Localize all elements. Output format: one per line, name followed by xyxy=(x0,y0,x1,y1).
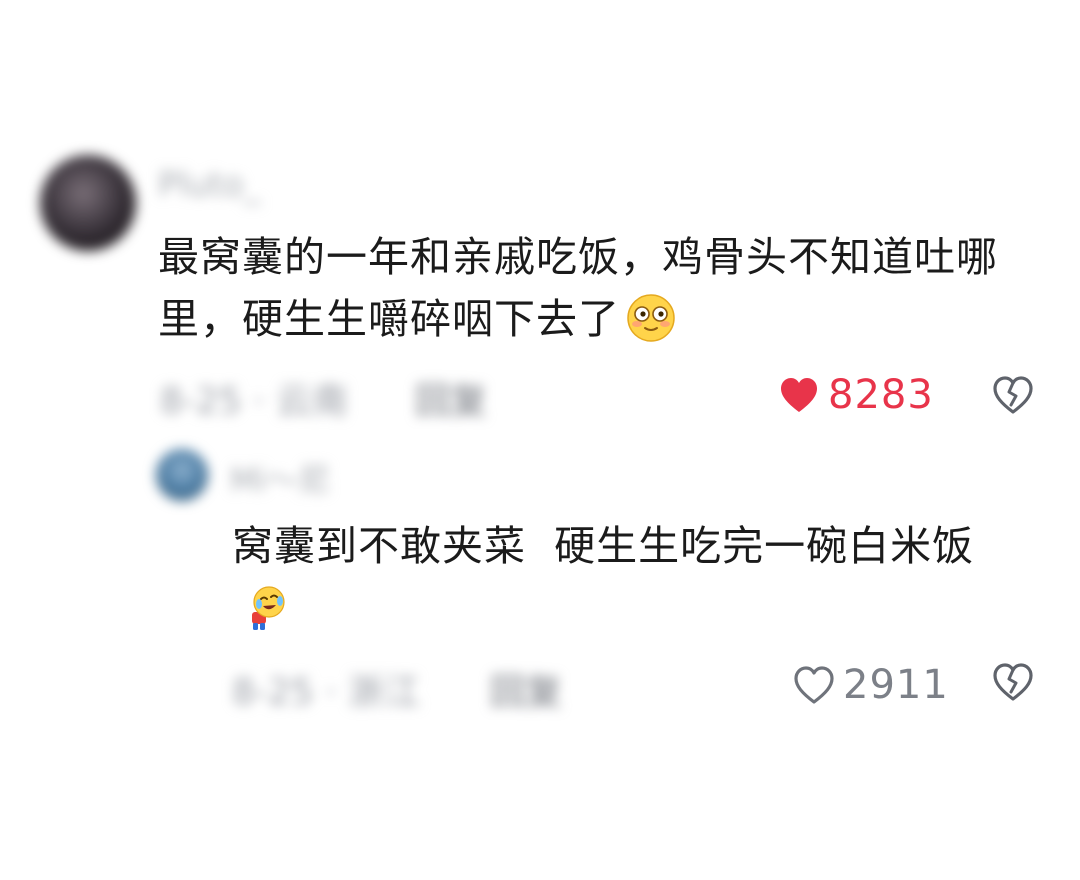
like-button[interactable]: 8283 xyxy=(778,370,934,420)
reply-button[interactable]: 回复 xyxy=(415,372,487,424)
heart-outline-icon xyxy=(794,666,834,704)
avatar[interactable] xyxy=(40,155,136,251)
bowing-laughing-tears-emoji xyxy=(252,586,285,630)
broken-heart-icon[interactable] xyxy=(992,662,1034,702)
blushing-face-emoji xyxy=(627,294,675,342)
comment-body: 最窝囊的一年和亲戚吃饭，鸡骨头不知道吐哪里，硬生生嚼碎咽下去了 xyxy=(158,226,1038,350)
reply-username[interactable]: Mi～尼 xyxy=(230,455,331,501)
comment-thread: Pluto_ 最窝囊的一年和亲戚吃饭，鸡骨头不知道吐哪里，硬生生嚼碎咽下去了 8… xyxy=(0,0,1080,880)
comment-timestamp: 8-25 · 云南 xyxy=(160,381,349,422)
comment-text: 最窝囊的一年和亲戚吃饭，鸡骨头不知道吐哪里，硬生生嚼碎咽下去了 xyxy=(158,233,998,343)
reply-like-button[interactable]: 2911 xyxy=(793,660,949,710)
like-count: 8283 xyxy=(828,372,934,418)
heart-filled-icon xyxy=(781,378,817,412)
reply-body: 窝囊到不敢夹菜 硬生生吃完一碗白米饭 xyxy=(232,515,1022,639)
comment-username[interactable]: Pluto_ xyxy=(158,165,261,205)
broken-heart-icon[interactable] xyxy=(992,375,1034,415)
reply-like-count: 2911 xyxy=(843,662,949,708)
reply-text: 窝囊到不敢夹菜 硬生生吃完一碗白米饭 xyxy=(232,522,975,570)
reply-timestamp: 8-25 · 浙江 xyxy=(232,672,421,713)
reply-reply-button[interactable]: 回复 xyxy=(490,663,562,715)
reply-avatar[interactable] xyxy=(156,449,208,501)
